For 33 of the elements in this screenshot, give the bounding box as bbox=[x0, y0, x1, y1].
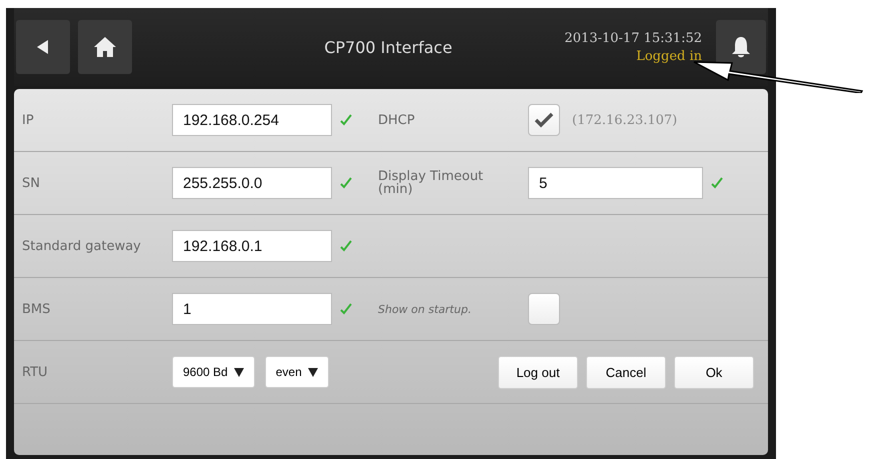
login-status: Logged in bbox=[636, 48, 702, 64]
input-field[interactable]: 1 bbox=[172, 293, 332, 325]
field-label: IP bbox=[22, 112, 35, 128]
date-time: 2013-10-17 15:31:52 bbox=[564, 30, 702, 46]
input-field[interactable]: 192.168.0.254 bbox=[172, 104, 332, 136]
action-button[interactable]: Log out bbox=[498, 356, 578, 388]
input-field[interactable]: 255.255.0.0 bbox=[172, 167, 332, 199]
back-button[interactable] bbox=[16, 20, 70, 74]
check-icon bbox=[534, 112, 554, 128]
checkbox[interactable] bbox=[528, 104, 560, 136]
action-button[interactable]: Cancel bbox=[586, 356, 666, 388]
field-label: Standard gateway bbox=[22, 238, 142, 254]
field-label: DHCP bbox=[378, 114, 416, 126]
field-label: SN bbox=[22, 176, 41, 190]
bell-icon bbox=[731, 36, 751, 58]
input-field[interactable]: 5 bbox=[528, 167, 703, 199]
dropdown[interactable]: 9600 Bd bbox=[172, 356, 255, 388]
notification-button[interactable] bbox=[716, 20, 766, 74]
input-field[interactable]: 192.168.0.1 bbox=[172, 230, 332, 262]
field-label: BMS bbox=[22, 302, 52, 316]
home-icon bbox=[94, 37, 116, 57]
field-label: RTU bbox=[22, 364, 49, 380]
field-label: Display Timeout (min) bbox=[378, 170, 484, 196]
checkbox[interactable] bbox=[528, 293, 560, 325]
dhcp-address: (172.16.23.107) bbox=[572, 112, 678, 128]
field-label: Show on startup. bbox=[378, 304, 472, 314]
caret-icon bbox=[308, 368, 318, 376]
home-button[interactable] bbox=[78, 20, 132, 74]
dropdown[interactable]: even bbox=[264, 356, 329, 388]
action-button[interactable]: Ok bbox=[674, 356, 754, 388]
caret-icon bbox=[234, 368, 244, 376]
back-icon bbox=[37, 40, 49, 54]
window-title: CP700 Interface bbox=[323, 38, 454, 56]
